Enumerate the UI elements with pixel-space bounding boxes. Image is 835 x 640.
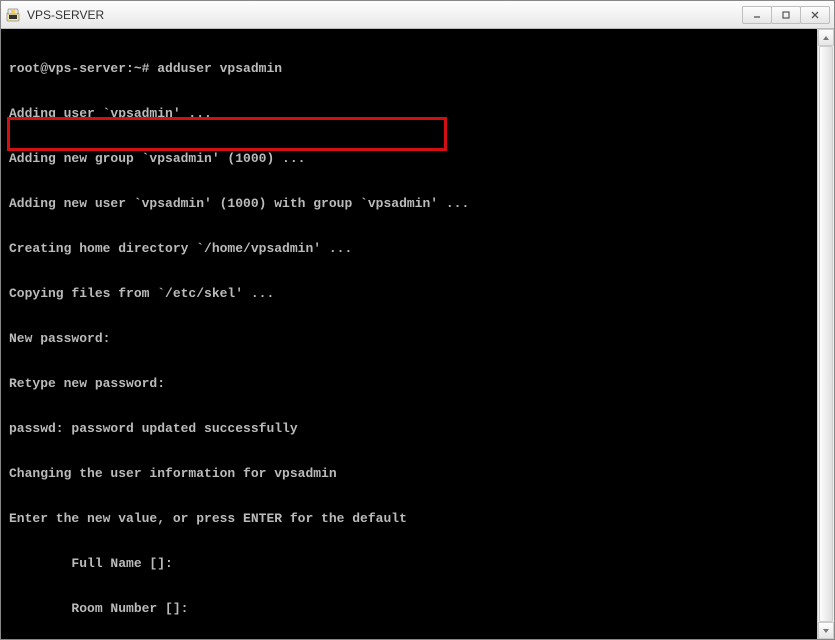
- terminal-window: VPS-SERVER root@vps-server:~# adduser vp…: [0, 0, 835, 640]
- terminal-line: Full Name []:: [9, 556, 828, 571]
- terminal-line: Copying files from `/etc/skel' ...: [9, 286, 828, 301]
- terminal-line: Adding new group `vpsadmin' (1000) ...: [9, 151, 828, 166]
- titlebar[interactable]: VPS-SERVER: [1, 1, 834, 29]
- scroll-down-icon[interactable]: [818, 622, 834, 639]
- app-icon: [5, 7, 21, 23]
- close-button[interactable]: [800, 6, 830, 24]
- maximize-button[interactable]: [771, 6, 801, 24]
- scroll-thumb[interactable]: [819, 46, 833, 622]
- terminal-line: root@vps-server:~# adduser vpsadmin: [9, 61, 828, 76]
- terminal-line: Creating home directory `/home/vpsadmin'…: [9, 241, 828, 256]
- terminal-line: Retype new password:: [9, 376, 828, 391]
- terminal-line: Changing the user information for vpsadm…: [9, 466, 828, 481]
- terminal-line: New password:: [9, 331, 828, 346]
- minimize-button[interactable]: [742, 6, 772, 24]
- terminal-line: Adding user `vpsadmin' ...: [9, 106, 828, 121]
- scrollbar[interactable]: [817, 29, 834, 639]
- scroll-track[interactable]: [818, 46, 834, 622]
- terminal-line: Adding new user `vpsadmin' (1000) with g…: [9, 196, 828, 211]
- terminal-line: Enter the new value, or press ENTER for …: [9, 511, 828, 526]
- window-controls: [742, 6, 830, 24]
- terminal-output: root@vps-server:~# adduser vpsadmin Addi…: [9, 31, 828, 639]
- scroll-up-icon[interactable]: [818, 29, 834, 46]
- terminal-line: passwd: password updated successfully: [9, 421, 828, 436]
- terminal-area[interactable]: root@vps-server:~# adduser vpsadmin Addi…: [1, 29, 834, 639]
- terminal-line: Room Number []:: [9, 601, 828, 616]
- window-title: VPS-SERVER: [27, 8, 742, 22]
